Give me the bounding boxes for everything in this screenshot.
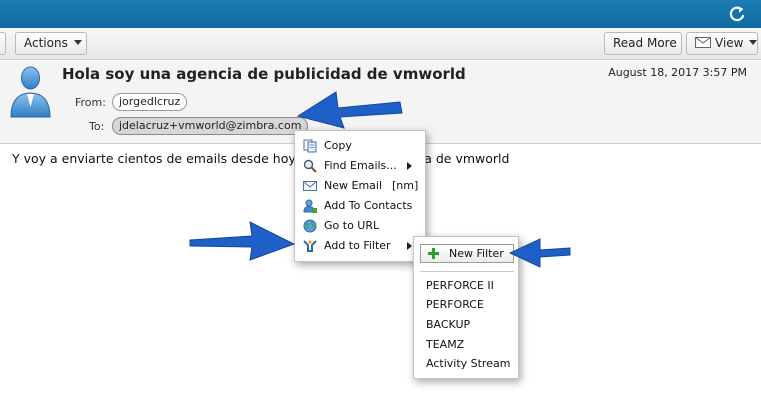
filter-icon xyxy=(303,240,317,252)
chevron-down-icon xyxy=(73,40,82,45)
menu-item-shortcut: [nm] xyxy=(392,179,419,192)
filter-submenu: New Filter PERFORCE II PERFORCE BACKUP T… xyxy=(413,236,519,379)
menu-item-label: Add to Filter xyxy=(324,239,391,252)
menu-item-label: New Email xyxy=(324,179,383,192)
view-button[interactable]: View xyxy=(686,32,758,55)
top-bar xyxy=(0,0,761,28)
message-date: August 18, 2017 3:57 PM xyxy=(608,66,747,79)
filter-item[interactable]: Activity Stream xyxy=(426,355,510,373)
menu-item-label: Find Emails... xyxy=(324,159,397,172)
menu-item-add-to-contacts[interactable]: Add To Contacts xyxy=(295,196,425,216)
to-address-pill[interactable]: jdelacruz+vmworld@zimbra.com xyxy=(112,117,309,135)
actions-button-label: Actions xyxy=(24,36,68,50)
add-contact-icon xyxy=(303,199,317,213)
menu-item-add-to-filter[interactable]: Add to Filter xyxy=(295,236,425,256)
address-context-menu: Copy Find Emails... New Email [nm] Add T… xyxy=(294,130,426,262)
actions-button[interactable]: Actions xyxy=(15,32,87,55)
search-icon xyxy=(303,159,317,173)
plus-icon xyxy=(428,248,439,259)
filter-item[interactable]: TEAMZ xyxy=(426,336,464,354)
view-button-label: View xyxy=(715,36,744,50)
new-filter-label: New Filter xyxy=(449,247,504,260)
submenu-divider xyxy=(420,271,514,272)
chevron-down-icon xyxy=(749,40,758,45)
menu-item-find-emails[interactable]: Find Emails... xyxy=(295,156,425,176)
menu-item-label: Add To Contacts xyxy=(324,199,413,212)
read-more-button[interactable]: Read More xyxy=(604,32,682,55)
from-label: From: xyxy=(75,96,106,109)
menu-item-label: Go to URL xyxy=(324,219,380,232)
annotation-arrow-icon xyxy=(508,238,571,268)
message-toolbar: Actions Read More View xyxy=(0,28,761,60)
refresh-icon[interactable] xyxy=(727,4,747,24)
globe-icon xyxy=(303,219,317,233)
submenu-arrow-icon xyxy=(407,162,412,170)
new-email-icon xyxy=(303,181,317,191)
filter-item[interactable]: PERFORCE xyxy=(426,296,484,314)
menu-item-go-to-url[interactable]: Go to URL xyxy=(295,216,425,236)
message-subject: Hola soy una agencia de publicidad de vm… xyxy=(62,65,466,83)
menu-item-copy[interactable]: Copy xyxy=(295,136,425,156)
from-address-pill[interactable]: jorgedlcruz xyxy=(112,93,188,111)
avatar xyxy=(10,66,51,118)
to-label: To: xyxy=(89,120,105,133)
annotation-arrow-icon xyxy=(189,221,296,261)
menu-item-new-email[interactable]: New Email [nm] xyxy=(295,176,425,196)
filter-item[interactable]: PERFORCE II xyxy=(426,277,494,295)
previous-toolbar-button[interactable] xyxy=(0,32,6,55)
message-body: Y voy a enviarte cientos de emails desde… xyxy=(12,151,510,166)
filter-item[interactable]: BACKUP xyxy=(426,316,470,334)
annotation-arrow-icon xyxy=(296,91,403,129)
copy-icon xyxy=(303,139,317,153)
submenu-arrow-icon xyxy=(407,242,412,250)
new-filter-button[interactable]: New Filter xyxy=(420,244,514,263)
envelope-icon xyxy=(695,37,711,48)
menu-item-label: Copy xyxy=(324,139,352,152)
